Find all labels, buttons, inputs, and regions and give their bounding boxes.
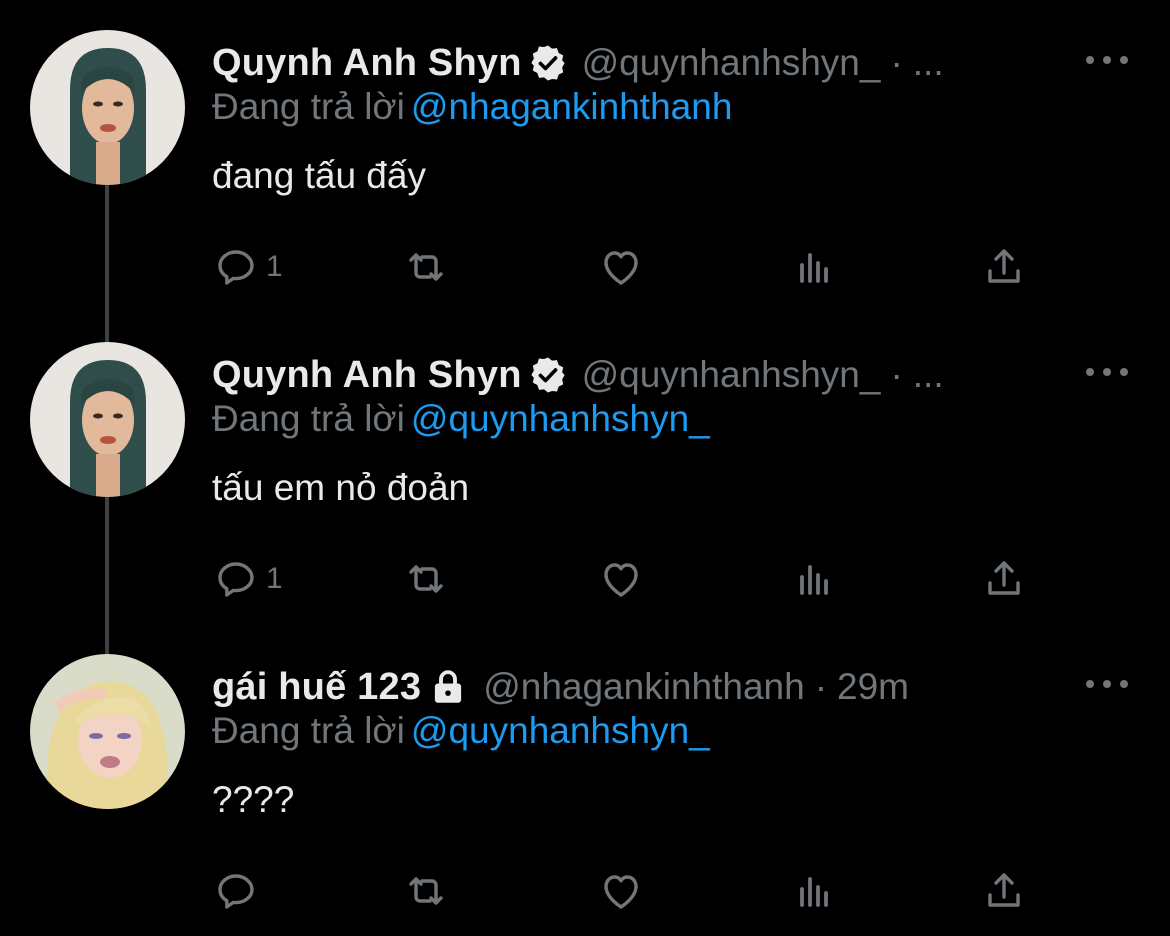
mention-link[interactable]: @quynhanhshyn_ [411, 398, 710, 439]
display-name[interactable]: Quynh Anh Shyn [212, 354, 522, 397]
action-bar [212, 866, 1042, 916]
separator: · [890, 42, 903, 83]
tweet[interactable]: Quynh Anh Shyn @quynhanhshyn_ · ... Đang… [0, 0, 1170, 312]
action-bar: 1 [212, 554, 1042, 604]
share-icon [980, 867, 1028, 915]
tweet[interactable]: gái huế 123 @nhagankinhthanh · 29m Đang … [0, 624, 1170, 936]
more-options-icon[interactable] [1086, 674, 1128, 694]
like-icon [597, 555, 645, 603]
tweet-header: Quynh Anh Shyn @quynhanhshyn_ · ... [212, 350, 944, 400]
reply-count: 1 [266, 250, 283, 283]
action-bar: 1 [212, 242, 1042, 292]
timestamp[interactable]: ... [913, 354, 944, 396]
reply-button[interactable] [212, 866, 266, 916]
retweet-icon [402, 555, 450, 603]
handle[interactable]: @quynhanhshyn_ [582, 42, 881, 84]
like-button[interactable] [597, 866, 645, 916]
reply-button[interactable]: 1 [212, 242, 283, 292]
tweet-text: đang tấu đấy [212, 155, 426, 196]
share-button[interactable] [980, 866, 1028, 916]
retweet-icon [402, 867, 450, 915]
avatar[interactable] [30, 30, 185, 185]
display-name[interactable]: gái huế 123 [212, 666, 421, 709]
separator: · [814, 666, 828, 707]
replying-to-label: Đang trả lời [212, 398, 405, 439]
retweet-button[interactable] [402, 866, 450, 916]
reply-button[interactable]: 1 [212, 554, 283, 604]
separator: · [890, 354, 903, 395]
share-icon [980, 243, 1028, 291]
replying-to: Đang trả lời @quynhanhshyn_ [212, 710, 710, 752]
like-button[interactable] [597, 554, 645, 604]
like-icon [597, 243, 645, 291]
handle[interactable]: @quynhanhshyn_ [582, 354, 881, 396]
tweet-header: Quynh Anh Shyn @quynhanhshyn_ · ... [212, 38, 944, 88]
views-button[interactable] [790, 554, 838, 604]
views-button[interactable] [790, 242, 838, 292]
mention-link[interactable]: @quynhanhshyn_ [411, 710, 710, 751]
reply-icon [212, 243, 260, 291]
timestamp[interactable]: ... [913, 42, 944, 84]
views-button[interactable] [790, 866, 838, 916]
mention-link[interactable]: @nhagankinhthanh [411, 86, 733, 127]
tweet[interactable]: Quynh Anh Shyn @quynhanhshyn_ · ... Đang… [0, 312, 1170, 624]
replying-to-label: Đang trả lời [212, 710, 405, 751]
more-options-icon[interactable] [1086, 362, 1128, 382]
handle[interactable]: @nhagankinhthanh [483, 666, 805, 708]
reply-count: 1 [266, 562, 283, 595]
share-icon [980, 555, 1028, 603]
more-options-icon[interactable] [1086, 50, 1128, 70]
views-icon [790, 243, 838, 291]
avatar[interactable] [30, 654, 185, 809]
reply-icon [212, 555, 260, 603]
views-icon [790, 867, 838, 915]
avatar[interactable] [30, 342, 185, 497]
like-button[interactable] [597, 242, 645, 292]
retweet-icon [402, 243, 450, 291]
tweet-header: gái huế 123 @nhagankinhthanh · 29m [212, 662, 909, 712]
like-icon [597, 867, 645, 915]
verified-badge-icon [528, 355, 568, 395]
lock-icon [427, 666, 469, 708]
verified-badge-icon [528, 43, 568, 83]
share-button[interactable] [980, 554, 1028, 604]
tweet-text: tấu em nỏ đoản [212, 467, 470, 508]
display-name[interactable]: Quynh Anh Shyn [212, 42, 522, 85]
retweet-button[interactable] [402, 554, 450, 604]
tweet-text: ???? [212, 779, 295, 820]
replying-to: Đang trả lời @quynhanhshyn_ [212, 398, 710, 440]
retweet-button[interactable] [402, 242, 450, 292]
reply-icon [212, 867, 260, 915]
replying-to: Đang trả lời @nhagankinhthanh [212, 86, 732, 128]
share-button[interactable] [980, 242, 1028, 292]
replying-to-label: Đang trả lời [212, 86, 405, 127]
timestamp[interactable]: 29m [837, 666, 909, 708]
views-icon [790, 555, 838, 603]
